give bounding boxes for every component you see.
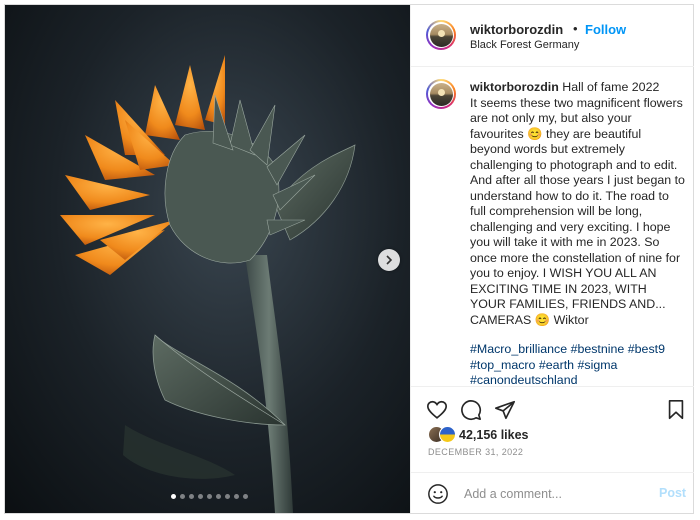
post-date: DECEMBER 31, 2022 <box>428 447 524 457</box>
comment-icon <box>461 400 482 421</box>
hashtag[interactable]: #bestnine <box>571 342 625 356</box>
follow-button[interactable]: Follow <box>585 22 626 37</box>
chevron-right-icon <box>386 255 393 265</box>
hashtag[interactable]: #top_macro <box>470 358 535 372</box>
post-comment-button[interactable]: Post <box>659 486 686 500</box>
username-link[interactable]: wiktorborozdin <box>470 22 563 37</box>
hashtag[interactable]: #best9 <box>628 342 665 356</box>
comment-input[interactable] <box>462 483 646 505</box>
post-image[interactable] <box>5 5 410 513</box>
carousel-dot <box>198 494 203 499</box>
paper-plane-icon <box>495 400 515 420</box>
sunflower-photo <box>60 55 356 513</box>
like-button[interactable] <box>426 399 448 426</box>
emoji-icon <box>428 484 448 504</box>
heart-icon <box>427 400 447 419</box>
carousel-dot <box>189 494 194 499</box>
caption-username[interactable]: wiktorborozdin <box>470 80 559 94</box>
share-button[interactable] <box>494 399 516 426</box>
carousel-dot <box>243 494 248 499</box>
carousel-dot <box>225 494 230 499</box>
comment-button[interactable] <box>460 399 482 426</box>
action-bar: 42,156 likes DECEMBER 31, 2022 <box>411 386 694 467</box>
location-link[interactable]: Black Forest Germany <box>470 39 579 51</box>
post-card: wiktorborozdin • Follow Black Forest Ger… <box>4 4 694 514</box>
carousel-dot <box>216 494 221 499</box>
carousel-dot <box>180 494 185 499</box>
likes-count[interactable]: 42,156 likes <box>459 428 529 442</box>
bookmark-icon <box>668 400 684 420</box>
carousel-indicator <box>171 494 248 499</box>
caption-text: wiktorborozdin Hall of fame 2022 It seem… <box>470 80 685 328</box>
post-sidebar: wiktorborozdin • Follow Black Forest Ger… <box>410 5 694 513</box>
hashtag[interactable]: #Macro_brilliance <box>470 342 567 356</box>
hashtag[interactable]: #canondeutschland <box>470 373 577 385</box>
carousel-dot <box>171 494 176 499</box>
caption-area: wiktorborozdin Hall of fame 2022 It seem… <box>411 67 694 385</box>
carousel-dot <box>234 494 239 499</box>
hashtag[interactable]: #earth <box>539 358 574 372</box>
caption-body: Hall of fame 2022 It seems these two mag… <box>470 80 685 327</box>
carousel-next-button[interactable] <box>378 249 400 271</box>
hashtags: #Macro_brilliance #bestnine #best9 #top_… <box>470 342 685 385</box>
avatar[interactable] <box>426 20 456 50</box>
hashtag[interactable]: #sigma <box>577 358 617 372</box>
comment-bar: Post <box>411 472 694 514</box>
caption-avatar[interactable] <box>426 79 456 109</box>
emoji-button[interactable] <box>427 483 449 510</box>
separator-dot: • <box>573 21 578 36</box>
liker-avatar[interactable] <box>439 426 456 443</box>
save-button[interactable] <box>666 399 686 426</box>
post-header: wiktorborozdin • Follow Black Forest Ger… <box>411 5 694 67</box>
carousel-dot <box>207 494 212 499</box>
